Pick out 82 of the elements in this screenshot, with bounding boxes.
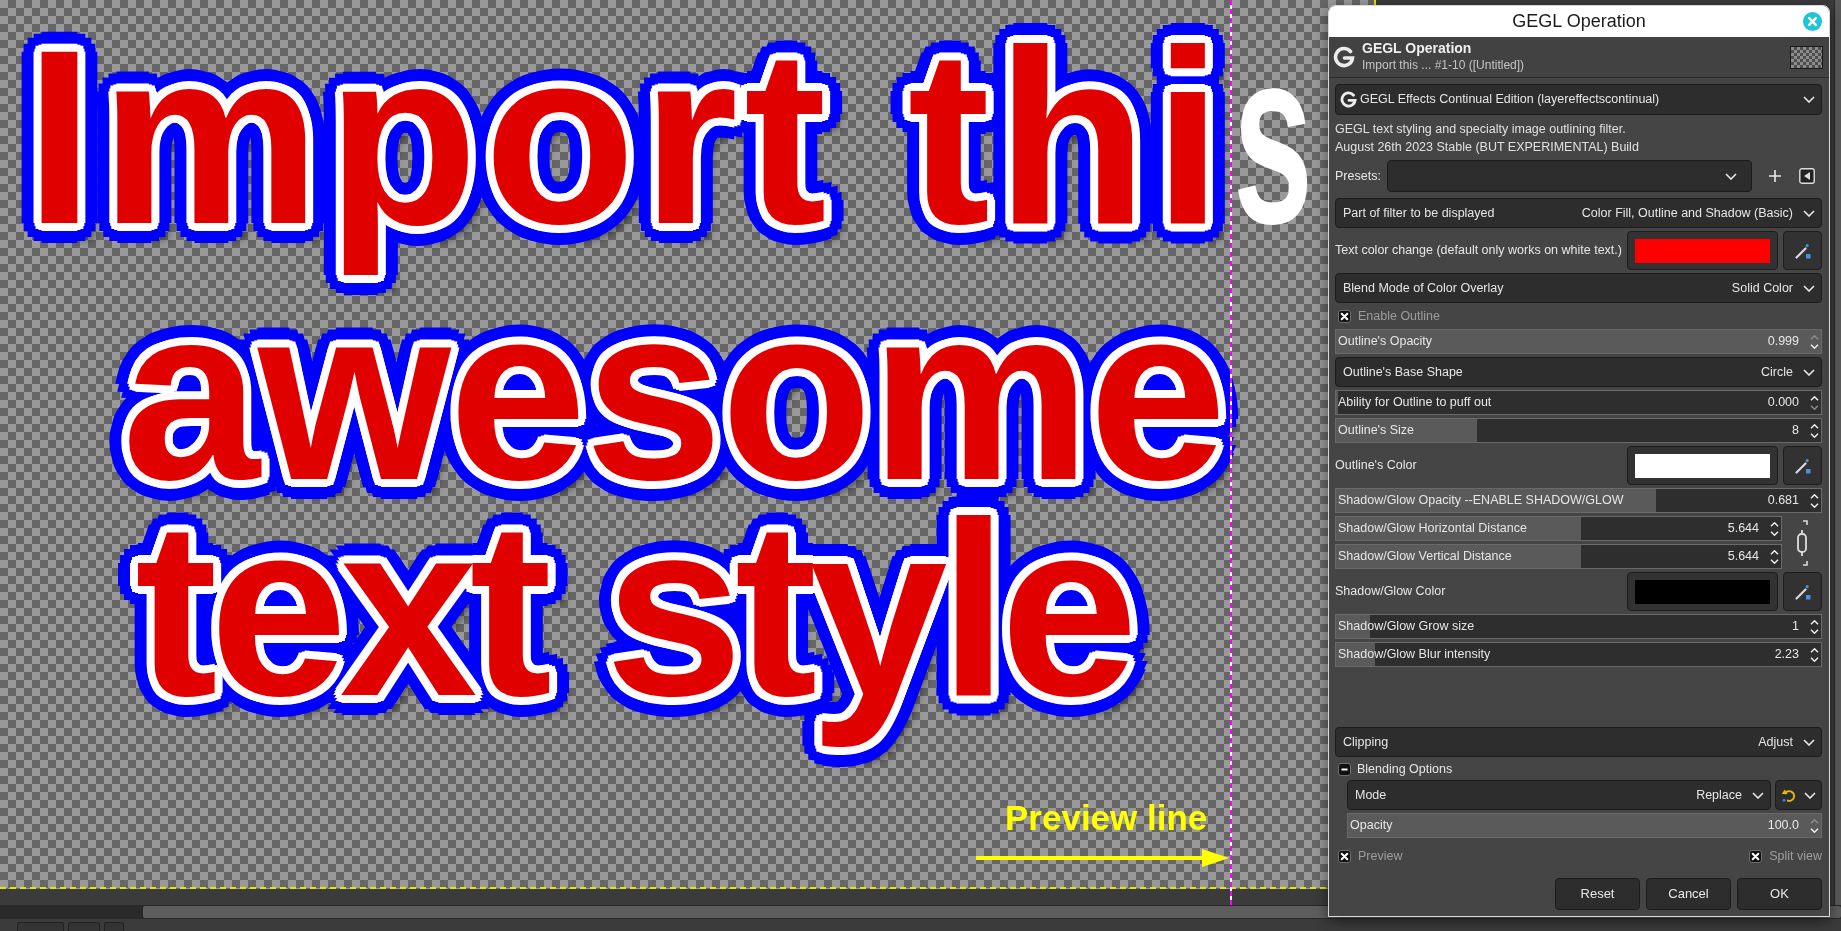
dialog-button[interactable]: Cancel bbox=[1646, 878, 1731, 910]
dialog-button[interactable]: Reset bbox=[1555, 878, 1640, 910]
color-label: Shadow/Glow Color bbox=[1335, 583, 1447, 601]
dialog-button[interactable]: OK bbox=[1737, 878, 1822, 910]
plus-icon[interactable] bbox=[1768, 170, 1781, 182]
slider-label: Shadow/Glow Horizontal Distance bbox=[1338, 520, 1527, 538]
dropdown-value: Color Fill, Outline and Shadow (Basic) bbox=[1581, 204, 1793, 222]
color-button[interactable] bbox=[1627, 231, 1778, 270]
slider-value: 100.0 bbox=[1767, 817, 1799, 835]
logo-icon bbox=[1340, 91, 1357, 108]
eyedropper-icon bbox=[1794, 242, 1811, 259]
slider-value: 5.644 bbox=[1727, 548, 1759, 566]
slider-label: Shadow/Glow Grow size bbox=[1338, 618, 1475, 636]
slider-label: Ability for Outline to puff out bbox=[1338, 394, 1492, 412]
chevron-down-icon bbox=[1724, 172, 1737, 180]
color-picker-button[interactable] bbox=[1783, 572, 1822, 611]
undo-menu-button[interactable] bbox=[1775, 780, 1822, 810]
slider-value: 0.000 bbox=[1767, 394, 1799, 412]
plain-text: s bbox=[1233, 19, 1317, 255]
color-picker-button[interactable] bbox=[1783, 231, 1822, 270]
header-subtitle: Import this ... #1-10 ([Untitled]) bbox=[1362, 57, 1525, 74]
slider-value: 1 bbox=[1792, 618, 1799, 636]
slider-value: 0.999 bbox=[1767, 333, 1799, 351]
dropdown-value: Solid Color bbox=[1731, 279, 1793, 297]
undo-icon bbox=[1781, 787, 1796, 803]
dropdown-label: Clipping bbox=[1343, 733, 1389, 751]
chevron-down-icon bbox=[1803, 368, 1815, 376]
dropdown-label: Part of filter to be displayed bbox=[1343, 204, 1495, 222]
slider-label: Shadow/Glow Opacity --ENABLE SHADOW/GLOW bbox=[1338, 492, 1624, 510]
annotation-label: Preview line bbox=[1005, 800, 1208, 835]
color-button[interactable] bbox=[1627, 572, 1778, 611]
dropdown-value: Adjust bbox=[1758, 733, 1793, 751]
checkbox[interactable] bbox=[1338, 849, 1351, 863]
slider-value: 8 bbox=[1792, 422, 1799, 440]
window-title: GEGL Operation bbox=[1512, 10, 1646, 33]
slider-label: Opacity bbox=[1350, 817, 1393, 835]
dropdown-label: Outline's Base Shape bbox=[1343, 363, 1463, 381]
layer-thumbnail bbox=[1790, 45, 1823, 69]
dropdown[interactable]: Mode Replace bbox=[1347, 780, 1771, 810]
slider-value: 0.681 bbox=[1767, 492, 1799, 510]
dropdown[interactable]: Blend Mode of Color Overlay Solid Color bbox=[1335, 273, 1822, 303]
dropdown-label: Mode bbox=[1355, 786, 1387, 804]
expander-toggle[interactable] bbox=[1338, 762, 1351, 776]
color-label: Outline's Color bbox=[1335, 457, 1418, 475]
dropdown[interactable]: Part of filter to be displayed Color Fill, Outline and Shadow (Basic) bbox=[1335, 198, 1822, 228]
section-label: Blending Options bbox=[1357, 760, 1453, 778]
chevron-down-icon bbox=[1803, 96, 1815, 103]
dropdown-value: Replace bbox=[1696, 786, 1742, 804]
operation-dropdown[interactable]: GEGL Effects Continual Edition (layereffectscontinual) bbox=[1335, 84, 1822, 115]
slider-label: Outline's Opacity bbox=[1338, 333, 1433, 351]
chevron-down-icon bbox=[1752, 791, 1764, 799]
dropdown-label: Blend Mode of Color Overlay bbox=[1343, 279, 1504, 297]
dropdown[interactable]: Outline's Base Shape Circle bbox=[1335, 357, 1822, 387]
description-text: August 26th 2023 Stable (BUT EXPERIMENTAL) Build bbox=[1335, 139, 1639, 156]
eyedropper-icon bbox=[1794, 457, 1811, 474]
vertical-scrollbar[interactable] bbox=[1834, 0, 1841, 905]
checkbox[interactable] bbox=[1338, 309, 1351, 323]
chain-link-icon[interactable] bbox=[1795, 519, 1809, 566]
checkbox-label: Split view bbox=[1769, 847, 1822, 865]
checkbox-label: Enable Outline bbox=[1358, 307, 1440, 325]
chevron-down-icon bbox=[1803, 209, 1815, 217]
chevron-down-icon bbox=[1803, 738, 1815, 746]
color-button[interactable] bbox=[1627, 446, 1778, 485]
slider-label: Outline's Size bbox=[1338, 422, 1415, 440]
checkbox-label: Preview bbox=[1358, 847, 1403, 865]
slider-value: 2.23 bbox=[1774, 646, 1799, 664]
presets-label: Presets: bbox=[1335, 167, 1381, 185]
dropdown[interactable]: Clipping Adjust bbox=[1335, 727, 1822, 757]
chevron-down-icon bbox=[1804, 791, 1816, 799]
eyedropper-icon bbox=[1794, 583, 1811, 600]
logo-icon bbox=[1333, 46, 1355, 68]
slider-label: Shadow/Glow Vertical Distance bbox=[1338, 548, 1512, 566]
slider-value: 5.644 bbox=[1727, 520, 1759, 538]
dropdown-value: Circle bbox=[1761, 363, 1793, 381]
color-label: Text color change (default only works on white text.) bbox=[1335, 242, 1622, 260]
color-picker-button[interactable] bbox=[1783, 446, 1822, 485]
chevron-down-icon bbox=[1803, 284, 1815, 292]
slider-label: Shadow/Glow Blur intensity bbox=[1338, 646, 1491, 664]
description-text: GEGL text styling and specialty image outlining filter. bbox=[1335, 121, 1626, 138]
header-title: GEGL Operation bbox=[1362, 40, 1473, 57]
dropdown-value: GEGL Effects Continual Edition (layereffectscontinual) bbox=[1360, 91, 1660, 109]
checkbox[interactable] bbox=[1749, 849, 1763, 863]
